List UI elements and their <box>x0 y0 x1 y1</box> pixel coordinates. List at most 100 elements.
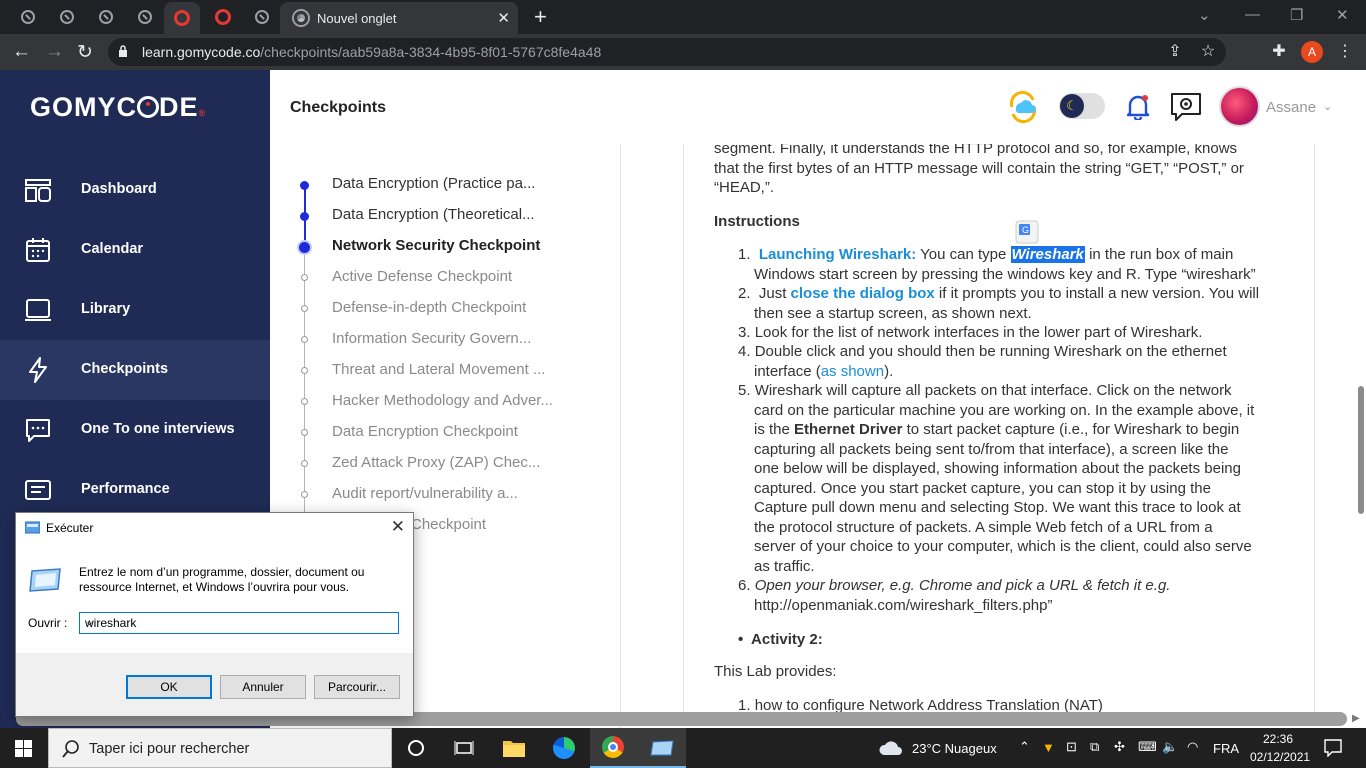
google-translate-icon[interactable]: G <box>1015 220 1039 244</box>
pinned-tab[interactable] <box>164 2 200 34</box>
extensions-icon[interactable]: ✚ <box>1270 43 1288 61</box>
page-header: Checkpoints ☾ Assane ⌄ <box>270 70 1366 144</box>
sidebar-item-dashboard[interactable]: Dashboard <box>0 160 270 220</box>
cortana-button[interactable] <box>392 728 440 768</box>
close-dialog-link[interactable]: close the dialog box <box>791 285 935 302</box>
open-input[interactable]: wireshark ⌄ <box>79 612 399 634</box>
timeline-item[interactable]: Defense-in-depth Checkpoint <box>332 299 526 316</box>
chevron-up-icon[interactable]: ⌃ <box>1019 739 1030 755</box>
wifi-icon[interactable]: ◠ <box>1187 739 1198 755</box>
timeline-dot <box>300 181 309 190</box>
cancel-button[interactable]: Annuler <box>220 675 306 699</box>
menu-icon[interactable]: ⋮ <box>1336 43 1354 61</box>
browse-button[interactable]: Parcourir... <box>314 675 400 699</box>
library-icon <box>25 299 51 321</box>
avatar[interactable] <box>1219 86 1260 127</box>
pinned-tab[interactable] <box>134 6 156 28</box>
user-name[interactable]: Assane <box>1266 99 1316 116</box>
language-indicator[interactable]: FRA <box>1213 741 1239 756</box>
forward-button[interactable]: → <box>45 41 64 63</box>
timeline-dot <box>301 460 308 467</box>
profile-avatar[interactable]: A <box>1301 41 1323 63</box>
scroll-right-arrow-icon[interactable]: ▶ <box>1352 713 1360 724</box>
pinned-tab[interactable] <box>212 6 234 28</box>
timeline-item[interactable]: Active Defense Checkpoint <box>332 268 512 285</box>
task-view-button[interactable] <box>440 728 488 768</box>
tray-icon[interactable]: ✣ <box>1114 739 1125 755</box>
close-window-button[interactable]: ✕ <box>1336 6 1349 24</box>
run-app-button[interactable] <box>638 728 686 768</box>
sidebar-item-checkpoints[interactable]: Checkpoints <box>0 340 270 400</box>
pinned-tab[interactable] <box>95 6 117 28</box>
tray-app-icon[interactable]: ▼ <box>1042 740 1055 755</box>
intro-paragraph: segment. Finally, it understands the HTT… <box>714 144 1244 196</box>
volume-icon[interactable]: 🔈 <box>1162 739 1178 755</box>
new-tab-button[interactable]: + <box>534 4 547 30</box>
clock-time[interactable]: 22:36 <box>1263 732 1293 746</box>
restore-button[interactable]: ❐ <box>1290 6 1303 24</box>
page-title: Checkpoints <box>290 99 387 116</box>
close-icon[interactable]: ✕ <box>391 517 405 537</box>
sidebar-item-performance[interactable]: Performance <box>0 460 270 520</box>
minimize-button[interactable]: — <box>1245 6 1260 23</box>
as-shown-link[interactable]: as shown <box>821 363 884 380</box>
run-dialog: Exécuter ✕ Entrez le nom d’un programme,… <box>15 512 414 717</box>
tab-search-icon[interactable]: ⌄ <box>1198 6 1211 24</box>
timeline-item[interactable]: Hacker Methodology and Adver... <box>332 392 553 409</box>
close-tab-icon[interactable]: ✕ <box>497 9 510 27</box>
pinned-tab[interactable] <box>251 6 273 28</box>
share-icon[interactable]: ⇪ <box>1166 43 1184 61</box>
sync-cloud-icon[interactable] <box>1006 88 1040 126</box>
tab-favicon-icon <box>255 10 269 24</box>
active-tab[interactable]: Nouvel onglet ✕ <box>280 2 518 34</box>
taskbar-search[interactable]: Taper ici pour rechercher <box>48 728 392 768</box>
weather-text[interactable]: 23°C Nuageux <box>912 741 997 756</box>
lock-icon <box>119 45 127 57</box>
timeline-item[interactable]: Data Encryption (Theoretical... <box>332 206 535 223</box>
open-label: Ouvrir : <box>28 616 68 630</box>
dialog-titlebar[interactable]: Exécuter ✕ <box>16 513 413 543</box>
windows-start-icon[interactable] <box>15 740 32 757</box>
timeline-item[interactable]: Data Encryption Checkpoint <box>332 423 518 440</box>
notifications-icon[interactable] <box>1324 739 1342 757</box>
ok-button[interactable]: OK <box>126 675 212 699</box>
dark-mode-toggle[interactable]: ☾ <box>1059 93 1105 119</box>
timeline-item[interactable]: Threat and Lateral Movement ... <box>332 361 545 378</box>
sidebar-item-library[interactable]: Library <box>0 280 270 340</box>
chrome-button[interactable] <box>590 728 638 768</box>
tray-icon[interactable]: ⊡ <box>1066 739 1077 755</box>
tab-favicon-icon <box>99 10 113 24</box>
back-button[interactable]: ← <box>12 41 31 63</box>
task-view-icon <box>454 741 474 755</box>
timeline-item[interactable]: Audit report/vulnerability a... <box>332 485 518 502</box>
moon-icon: ☾ <box>1060 94 1084 118</box>
timeline-item[interactable]: Data Encryption (Practice pa... <box>332 175 535 192</box>
reload-button[interactable]: ↻ <box>77 41 93 64</box>
settings-chat-icon[interactable] <box>1170 92 1202 122</box>
timeline-item-current[interactable]: Network Security Checkpoint <box>332 237 540 254</box>
search-placeholder: Taper ici pour rechercher <box>89 741 250 757</box>
chevron-down-icon[interactable]: ⌄ <box>1323 100 1332 113</box>
timeline-item[interactable]: Information Security Govern... <box>332 330 531 347</box>
edge-icon <box>553 737 575 759</box>
timeline-item[interactable]: Checkpoint <box>411 516 486 533</box>
bell-icon[interactable] <box>1126 94 1150 120</box>
timeline-item[interactable]: Zed Attack Proxy (ZAP) Chec... <box>332 454 540 471</box>
timeline-dot <box>301 491 308 498</box>
chevron-down-icon[interactable]: ⌄ <box>85 615 394 628</box>
timeline-dot <box>301 429 308 436</box>
edge-button[interactable] <box>540 728 588 768</box>
page-scrollbar[interactable] <box>1358 386 1364 514</box>
file-explorer-button[interactable] <box>490 728 538 768</box>
network-icon[interactable]: ⌨ <box>1138 739 1157 755</box>
sidebar-item-interviews[interactable]: One To one interviews <box>0 400 270 460</box>
sidebar-item-calendar[interactable]: Calendar <box>0 220 270 280</box>
gomycode-logo[interactable]: GOMYC DE® <box>30 92 206 123</box>
checkpoint-content: segment. Finally, it understands the HTT… <box>683 144 1315 714</box>
bookmark-star-icon[interactable]: ☆ <box>1199 43 1217 61</box>
pinned-tab[interactable] <box>56 6 78 28</box>
address-bar[interactable]: learn.gomycode.co/checkpoints/aab59a8a-3… <box>108 38 1226 66</box>
clock-date[interactable]: 02/12/2021 <box>1250 750 1310 764</box>
pinned-tab[interactable] <box>17 6 39 28</box>
tray-icon[interactable]: ⧉ <box>1090 739 1099 755</box>
